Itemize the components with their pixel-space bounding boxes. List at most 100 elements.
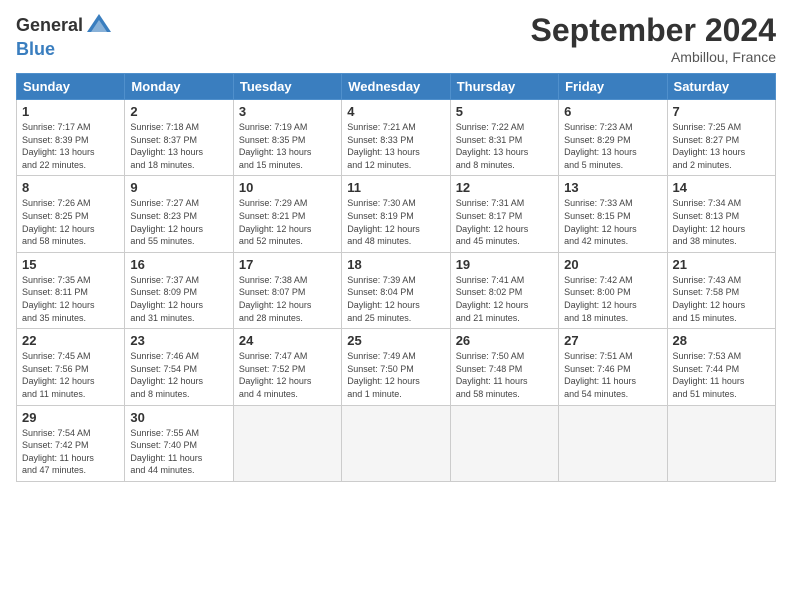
header: General Blue September 2024 Ambillou, Fr… [16, 12, 776, 65]
calendar-cell: 27 Sunrise: 7:51 AM Sunset: 7:46 PM Dayli… [559, 329, 667, 405]
day-info: Sunrise: 7:35 AM Sunset: 8:11 PM Dayligh… [22, 274, 119, 324]
day-info: Sunrise: 7:55 AM Sunset: 7:40 PM Dayligh… [130, 427, 227, 477]
day-number: 4 [347, 104, 444, 119]
day-number: 25 [347, 333, 444, 348]
day-info: Sunrise: 7:49 AM Sunset: 7:50 PM Dayligh… [347, 350, 444, 400]
day-info: Sunrise: 7:46 AM Sunset: 7:54 PM Dayligh… [130, 350, 227, 400]
day-number: 9 [130, 180, 227, 195]
calendar-cell [559, 405, 667, 481]
day-number: 6 [564, 104, 661, 119]
col-friday: Friday [559, 74, 667, 100]
calendar-cell: 11 Sunrise: 7:30 AM Sunset: 8:19 PM Dayli… [342, 176, 450, 252]
day-number: 14 [673, 180, 770, 195]
calendar-cell: 14 Sunrise: 7:34 AM Sunset: 8:13 PM Dayli… [667, 176, 775, 252]
day-number: 7 [673, 104, 770, 119]
day-info: Sunrise: 7:19 AM Sunset: 8:35 PM Dayligh… [239, 121, 336, 171]
subtitle: Ambillou, France [531, 49, 776, 65]
day-info: Sunrise: 7:34 AM Sunset: 8:13 PM Dayligh… [673, 197, 770, 247]
day-number: 15 [22, 257, 119, 272]
logo-icon [85, 12, 113, 40]
day-number: 3 [239, 104, 336, 119]
col-tuesday: Tuesday [233, 74, 341, 100]
calendar-cell: 2 Sunrise: 7:18 AM Sunset: 8:37 PM Daylig… [125, 100, 233, 176]
day-number: 21 [673, 257, 770, 272]
calendar-cell: 16 Sunrise: 7:37 AM Sunset: 8:09 PM Dayli… [125, 252, 233, 328]
day-info: Sunrise: 7:47 AM Sunset: 7:52 PM Dayligh… [239, 350, 336, 400]
col-thursday: Thursday [450, 74, 558, 100]
month-title: September 2024 [531, 12, 776, 49]
calendar-cell: 10Sunrise: 7:29 AM Sunset: 8:21 PM Dayli… [233, 176, 341, 252]
day-info: Sunrise: 7:23 AM Sunset: 8:29 PM Dayligh… [564, 121, 661, 171]
col-monday: Monday [125, 74, 233, 100]
day-info: Sunrise: 7:53 AM Sunset: 7:44 PM Dayligh… [673, 350, 770, 400]
calendar-cell: 28 Sunrise: 7:53 AM Sunset: 7:44 PM Dayli… [667, 329, 775, 405]
calendar: Sunday Monday Tuesday Wednesday Thursday… [16, 73, 776, 482]
day-info: Sunrise: 7:27 AM Sunset: 8:23 PM Dayligh… [130, 197, 227, 247]
calendar-week-1: 8 Sunrise: 7:26 AM Sunset: 8:25 PM Daylig… [17, 176, 776, 252]
day-info: Sunrise: 7:42 AM Sunset: 8:00 PM Dayligh… [564, 274, 661, 324]
calendar-cell: 3 Sunrise: 7:19 AM Sunset: 8:35 PM Daylig… [233, 100, 341, 176]
day-number: 1 [22, 104, 119, 119]
day-info: Sunrise: 7:33 AM Sunset: 8:15 PM Dayligh… [564, 197, 661, 247]
day-info: Sunrise: 7:29 AM Sunset: 8:21 PM Dayligh… [239, 197, 336, 247]
day-info: Sunrise: 7:50 AM Sunset: 7:48 PM Dayligh… [456, 350, 553, 400]
calendar-cell: 26Sunrise: 7:50 AM Sunset: 7:48 PM Dayli… [450, 329, 558, 405]
day-info: Sunrise: 7:30 AM Sunset: 8:19 PM Dayligh… [347, 197, 444, 247]
calendar-cell: 25 Sunrise: 7:49 AM Sunset: 7:50 PM Dayli… [342, 329, 450, 405]
day-number: 13 [564, 180, 661, 195]
calendar-cell: 30 Sunrise: 7:55 AM Sunset: 7:40 PM Dayli… [125, 405, 233, 481]
col-wednesday: Wednesday [342, 74, 450, 100]
calendar-cell [233, 405, 341, 481]
day-number: 27 [564, 333, 661, 348]
calendar-cell: 6 Sunrise: 7:23 AM Sunset: 8:29 PM Daylig… [559, 100, 667, 176]
day-number: 18 [347, 257, 444, 272]
calendar-cell: 21 Sunrise: 7:43 AM Sunset: 7:58 PM Dayli… [667, 252, 775, 328]
day-info: Sunrise: 7:18 AM Sunset: 8:37 PM Dayligh… [130, 121, 227, 171]
day-number: 20 [564, 257, 661, 272]
calendar-week-3: 22Sunrise: 7:45 AM Sunset: 7:56 PM Dayli… [17, 329, 776, 405]
page: General Blue September 2024 Ambillou, Fr… [0, 0, 792, 612]
day-number: 16 [130, 257, 227, 272]
calendar-cell: 15 Sunrise: 7:35 AM Sunset: 8:11 PM Dayli… [17, 252, 125, 328]
calendar-cell: 17 Sunrise: 7:38 AM Sunset: 8:07 PM Dayli… [233, 252, 341, 328]
day-info: Sunrise: 7:43 AM Sunset: 7:58 PM Dayligh… [673, 274, 770, 324]
day-number: 5 [456, 104, 553, 119]
calendar-cell: 24 Sunrise: 7:47 AM Sunset: 7:52 PM Dayli… [233, 329, 341, 405]
calendar-cell: 19Sunrise: 7:41 AM Sunset: 8:02 PM Dayli… [450, 252, 558, 328]
calendar-week-2: 15 Sunrise: 7:35 AM Sunset: 8:11 PM Dayli… [17, 252, 776, 328]
calendar-cell: 22Sunrise: 7:45 AM Sunset: 7:56 PM Dayli… [17, 329, 125, 405]
day-info: Sunrise: 7:37 AM Sunset: 8:09 PM Dayligh… [130, 274, 227, 324]
day-number: 11 [347, 180, 444, 195]
day-number: 29 [22, 410, 119, 425]
title-area: September 2024 Ambillou, France [531, 12, 776, 65]
day-number: 8 [22, 180, 119, 195]
calendar-cell: 4Sunrise: 7:21 AM Sunset: 8:33 PM Daylig… [342, 100, 450, 176]
calendar-cell: 7Sunrise: 7:25 AM Sunset: 8:27 PM Daylig… [667, 100, 775, 176]
calendar-cell: 29 Sunrise: 7:54 AM Sunset: 7:42 PM Dayli… [17, 405, 125, 481]
day-info: Sunrise: 7:51 AM Sunset: 7:46 PM Dayligh… [564, 350, 661, 400]
day-number: 28 [673, 333, 770, 348]
col-sunday: Sunday [17, 74, 125, 100]
logo-blue-text: Blue [16, 40, 113, 60]
logo: General Blue [16, 12, 113, 60]
day-info: Sunrise: 7:22 AM Sunset: 8:31 PM Dayligh… [456, 121, 553, 171]
day-number: 23 [130, 333, 227, 348]
calendar-week-4: 29 Sunrise: 7:54 AM Sunset: 7:42 PM Dayli… [17, 405, 776, 481]
calendar-cell: 9 Sunrise: 7:27 AM Sunset: 8:23 PM Daylig… [125, 176, 233, 252]
calendar-cell [342, 405, 450, 481]
day-number: 2 [130, 104, 227, 119]
calendar-cell: 23 Sunrise: 7:46 AM Sunset: 7:54 PM Dayli… [125, 329, 233, 405]
calendar-cell [450, 405, 558, 481]
day-info: Sunrise: 7:54 AM Sunset: 7:42 PM Dayligh… [22, 427, 119, 477]
calendar-cell [667, 405, 775, 481]
day-info: Sunrise: 7:26 AM Sunset: 8:25 PM Dayligh… [22, 197, 119, 247]
day-info: Sunrise: 7:38 AM Sunset: 8:07 PM Dayligh… [239, 274, 336, 324]
day-number: 30 [130, 410, 227, 425]
day-number: 24 [239, 333, 336, 348]
calendar-cell: 20 Sunrise: 7:42 AM Sunset: 8:00 PM Dayli… [559, 252, 667, 328]
day-number: 17 [239, 257, 336, 272]
calendar-cell: 12Sunrise: 7:31 AM Sunset: 8:17 PM Dayli… [450, 176, 558, 252]
col-saturday: Saturday [667, 74, 775, 100]
calendar-cell: 13 Sunrise: 7:33 AM Sunset: 8:15 PM Dayli… [559, 176, 667, 252]
calendar-cell: 1Sunrise: 7:17 AM Sunset: 8:39 PM Daylig… [17, 100, 125, 176]
